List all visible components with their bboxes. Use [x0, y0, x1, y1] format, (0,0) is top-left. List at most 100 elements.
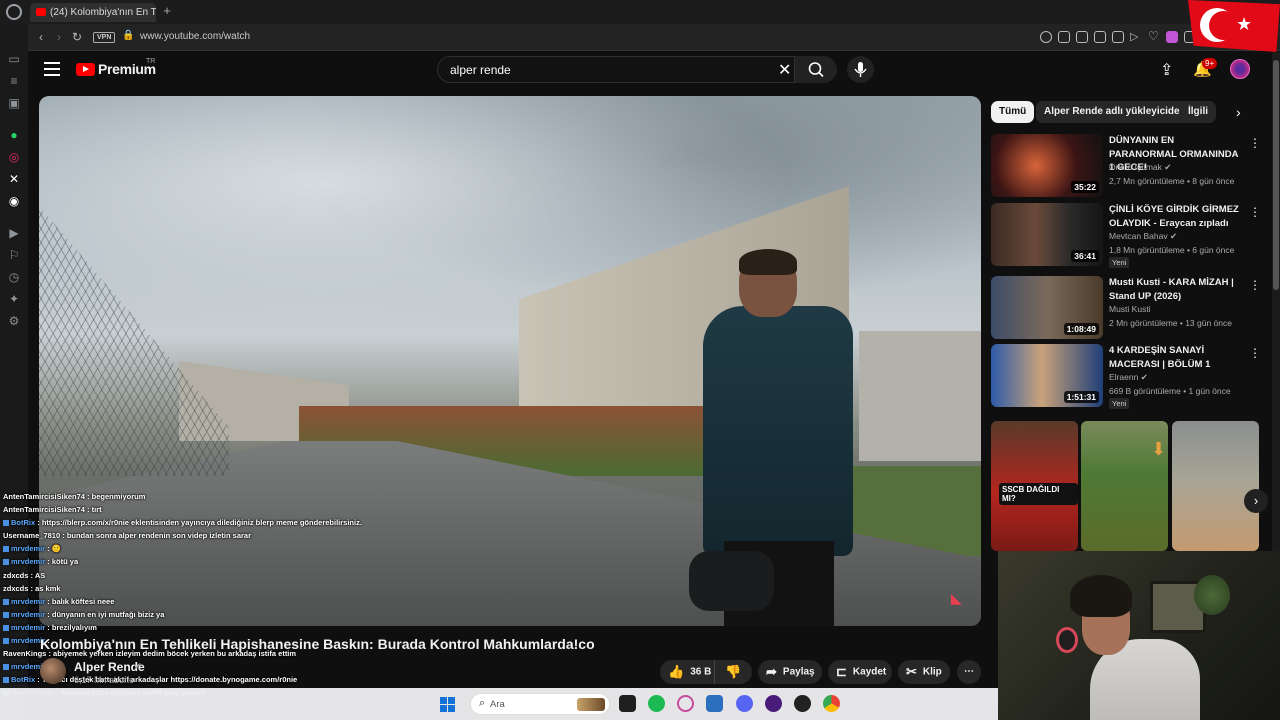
more-vert-icon[interactable]: ⋮: [1249, 136, 1261, 150]
chrome-icon[interactable]: [823, 695, 840, 712]
recommendation-thumbnail[interactable]: 1:51:31: [991, 344, 1103, 407]
video-person: [679, 249, 859, 626]
opera-gx-icon[interactable]: [677, 695, 694, 712]
vpn-badge[interactable]: VPN: [93, 32, 116, 43]
shield-icon[interactable]: [1094, 31, 1106, 43]
recommendation-channel-name[interactable]: Musti Kusti: [1109, 304, 1151, 314]
dislike-button[interactable]: 👎: [714, 660, 752, 684]
scrollbar-thumb[interactable]: [1273, 60, 1279, 290]
recommendation-item[interactable]: 1:51:31 4 KARDEŞİN SANAYİ MACERASI | BÖL…: [991, 344, 1271, 409]
recommendation-channel[interactable]: Orkun Işıtmak ✔: [1109, 162, 1171, 173]
recommendation-thumbnail[interactable]: 35:22: [991, 134, 1103, 197]
recommendation-channel[interactable]: Elraenn ✔: [1109, 372, 1148, 383]
windows-start-icon[interactable]: [440, 697, 455, 712]
discord-icon[interactable]: ◉: [7, 194, 21, 208]
chat-message: mrvdemir : kötü ya: [0, 555, 320, 568]
pin-icon[interactable]: [1058, 31, 1070, 43]
aria-icon[interactable]: ▣: [7, 96, 21, 110]
account-avatar[interactable]: [1230, 59, 1250, 79]
video-title: Kolombiya'nın En Tehlikeli Hapishanesine…: [40, 636, 595, 652]
chat-message: mrvdemir : dünyanın en iyi mutfağı biziz…: [0, 608, 320, 621]
chat-badge-icon: [3, 520, 9, 527]
obs-icon[interactable]: [765, 695, 782, 712]
play-icon[interactable]: ▷: [1130, 30, 1138, 43]
wallet-icon[interactable]: ▭: [7, 52, 21, 66]
more-vert-icon[interactable]: ⋮: [1249, 278, 1261, 292]
recommendation-item[interactable]: 35:22 DÜNYANIN EN PARANORMAL ORMANINDA 1…: [991, 134, 1271, 198]
settings-icon[interactable]: ⚙: [7, 314, 21, 328]
share-label: Paylaş: [782, 666, 815, 678]
recommendation-meta: 669 B görüntüleme • 1 gün önce: [1109, 386, 1231, 396]
feed-icon[interactable]: ≡: [7, 74, 21, 88]
upload-icon[interactable]: ⇪: [1160, 60, 1173, 80]
back-icon[interactable]: ‹: [34, 29, 48, 45]
chip-all[interactable]: Tümü: [991, 101, 1035, 123]
hamburger-menu-icon[interactable]: [44, 62, 60, 76]
bookmark-icon[interactable]: ⚐: [7, 248, 21, 262]
channel-avatar[interactable]: [40, 658, 66, 684]
chat-badge-icon: [3, 638, 9, 645]
recommendation-channel[interactable]: Mevtcan Bahav ✔: [1109, 231, 1177, 242]
search-input[interactable]: alper rende ✕: [437, 56, 795, 83]
heart-icon[interactable]: ♡: [1148, 29, 1159, 43]
instagram-icon[interactable]: ◎: [7, 150, 21, 164]
recommendation-item[interactable]: 1:08:49 Musti Kusti - KARA MİZAH | Stand…: [991, 276, 1271, 340]
recommendation-title[interactable]: ÇİNLİ KÖYE GİRDİK GİRMEZ OLAYDIK - Erayc…: [1109, 203, 1241, 230]
recommendation-title[interactable]: 4 KARDEŞİN SANAYİ MACERASI | BÖLÜM 1: [1109, 344, 1241, 371]
extension-icon[interactable]: [1166, 31, 1178, 43]
chat-text: : as kmk: [30, 583, 61, 593]
streamer-hair: [1070, 575, 1132, 617]
more-vert-icon[interactable]: ⋮: [1249, 205, 1261, 219]
steam-icon[interactable]: [794, 695, 811, 712]
duration-badge: 1:08:49: [1063, 323, 1099, 335]
x-icon[interactable]: ✕: [7, 172, 21, 186]
player-icon[interactable]: ▶: [7, 226, 21, 240]
lock-icon[interactable]: 🔒: [122, 30, 134, 41]
short-thumbnail[interactable]: ⬇: [1081, 421, 1168, 551]
opera-logo-icon[interactable]: [6, 4, 22, 20]
screenshot-icon[interactable]: [1076, 31, 1088, 43]
headset-icon: [1056, 627, 1078, 653]
chip-related[interactable]: İlgili: [1180, 101, 1216, 123]
browser-tab[interactable]: (24) Kolombiya'nın En Tehlike: [30, 3, 156, 22]
settings-app-icon[interactable]: [706, 695, 723, 712]
chip-from-uploader[interactable]: Alper Rende adlı yükleyiciden: [1036, 101, 1194, 123]
like-button[interactable]: 👍 36 B: [660, 660, 714, 684]
task-view-icon[interactable]: [619, 695, 636, 712]
arrow-down-icon: ⬇: [1151, 439, 1167, 459]
history-icon[interactable]: ◷: [7, 270, 21, 284]
whatsapp-icon[interactable]: ●: [7, 128, 21, 142]
recommendation-item[interactable]: 36:41 ÇİNLİ KÖYE GİRDİK GİRMEZ OLAYDIK -…: [991, 203, 1271, 268]
recommendation-thumbnail[interactable]: 1:08:49: [991, 276, 1103, 339]
recommendation-thumbnail[interactable]: 36:41: [991, 203, 1103, 266]
forward-icon[interactable]: ›: [52, 29, 66, 45]
recommendation-title[interactable]: Musti Kusti - KARA MİZAH | Stand UP (202…: [1109, 276, 1241, 303]
more-actions-button[interactable]: ⋯: [957, 660, 981, 684]
emoji-icon[interactable]: [1040, 31, 1052, 43]
chat-badge-icon: [3, 677, 9, 684]
short-thumbnail[interactable]: [1172, 421, 1259, 551]
box-icon[interactable]: [1112, 31, 1124, 43]
reload-icon[interactable]: ↻: [70, 29, 84, 45]
voice-search-button[interactable]: [847, 56, 874, 83]
spotify-icon[interactable]: [648, 695, 665, 712]
youtube-favicon-icon: [36, 8, 46, 16]
save-button[interactable]: ⊏ Kaydet: [828, 660, 892, 684]
recommendation-meta: 1,8 Mn görüntüleme • 6 gün önce: [1109, 245, 1235, 255]
search-highlight-image: [577, 698, 605, 711]
new-tab-button[interactable]: +: [160, 4, 174, 18]
person-jacket: [703, 306, 853, 556]
extensions-icon[interactable]: ✦: [7, 292, 21, 306]
shorts-next-button[interactable]: ›: [1244, 489, 1268, 513]
clear-search-icon[interactable]: ✕: [778, 60, 791, 80]
share-button[interactable]: ➦ Paylaş: [758, 660, 822, 684]
url-field[interactable]: www.youtube.com/watch: [140, 31, 250, 42]
search-button[interactable]: [795, 56, 837, 83]
clip-button[interactable]: ✂ Klip: [898, 660, 950, 684]
chevron-right-icon[interactable]: ›: [1236, 104, 1241, 120]
discord-app-icon[interactable]: [736, 695, 753, 712]
recommendation-meta: 2 Mn görüntüleme • 13 gün önce: [1109, 318, 1233, 328]
more-vert-icon[interactable]: ⋮: [1249, 346, 1261, 360]
short-thumbnail[interactable]: SSCB DAĞILDI MI?: [991, 421, 1078, 551]
taskbar-search-input[interactable]: ⌕ Ara: [470, 693, 610, 715]
